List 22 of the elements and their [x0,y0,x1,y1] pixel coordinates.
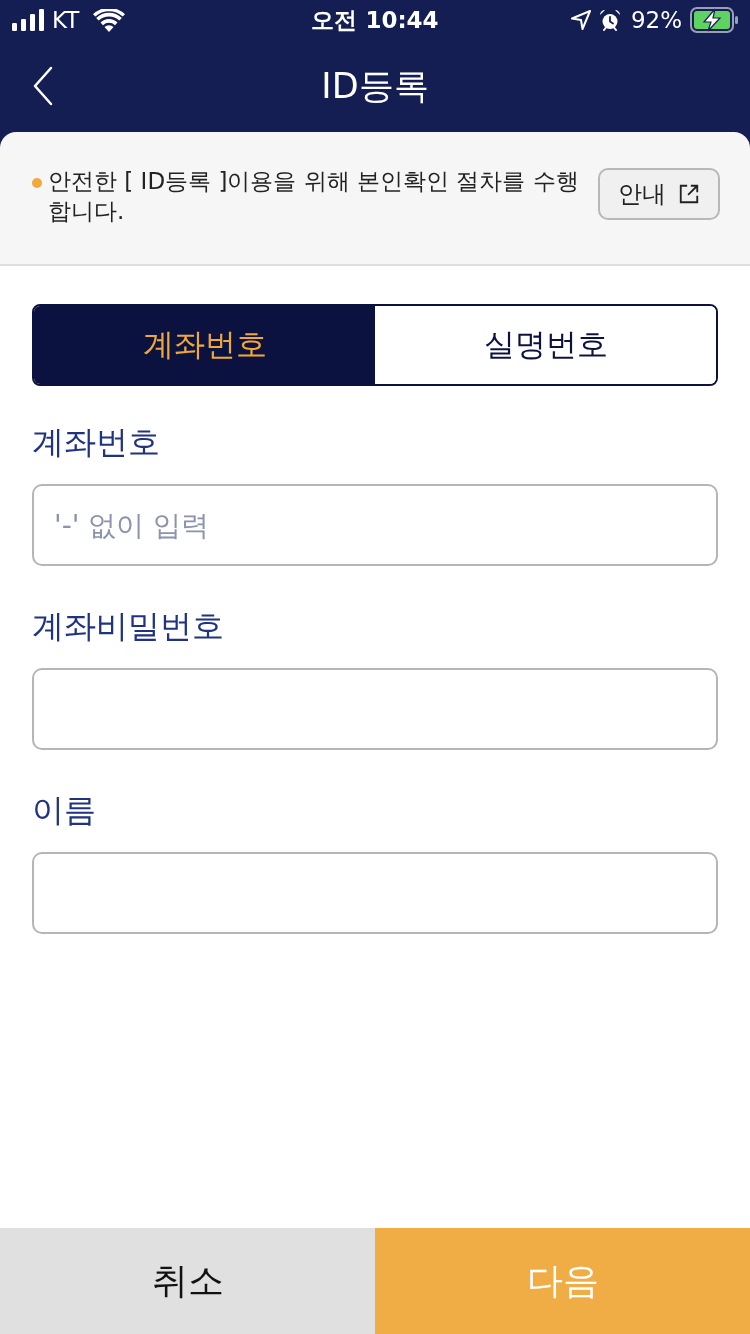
back-chevron-icon[interactable] [32,66,54,106]
page-title: ID등록 [321,64,429,108]
battery-charging-icon [690,7,738,33]
signal-icon [12,9,44,31]
bullet-dot-icon [32,178,42,188]
input-field[interactable]: '-' 없이 입력 [32,484,718,566]
notice-text: 안전한 [ ID등록 ]이용을 위해 본인확인 절차를 수행합니다. [48,167,580,226]
field-label: 계좌비밀번호 [32,606,224,646]
input-field[interactable] [32,852,718,934]
field-label: 이름 [32,790,96,830]
carrier-name: KT [52,7,80,33]
location-arrow-icon [570,10,591,30]
cancel-button[interactable]: 취소 [0,1228,375,1334]
guide-button[interactable]: 안내 [598,168,720,220]
alarm-clock-icon [598,9,621,31]
field-label: 계좌번호 [32,422,160,462]
status-time: 오전 10:44 [311,5,439,35]
segment-tab[interactable]: 계좌번호 [34,306,375,384]
wifi-icon [93,8,126,32]
external-link-icon [678,183,700,205]
input-field[interactable] [32,668,718,750]
battery-percent: 92% [630,7,682,33]
